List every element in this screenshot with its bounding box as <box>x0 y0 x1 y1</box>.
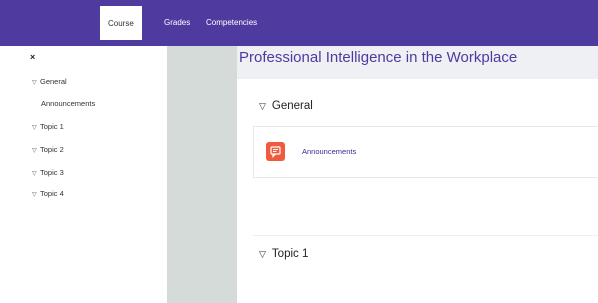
close-icon[interactable]: × <box>30 52 35 62</box>
course-content: ▽ General Announcements ▽ Topic 1 <box>237 79 598 303</box>
section-topic-1-toggle[interactable]: ▽ Topic 1 <box>259 248 308 260</box>
sidebar-item-label: Topic 4 <box>40 189 64 198</box>
chevron-down-icon: ▽ <box>259 249 266 259</box>
chevron-down-icon: ▽ <box>32 148 37 154</box>
top-navigation: Course Grades Competencies <box>0 0 598 48</box>
section-title: General <box>271 100 313 112</box>
section-divider <box>253 235 598 236</box>
sidebar-item-announcements[interactable]: Announcements <box>41 99 95 108</box>
activity-link[interactable]: Announcements <box>302 147 356 156</box>
sidebar-item-label: General <box>40 77 67 86</box>
chevron-down-icon: ▽ <box>32 125 37 131</box>
page-title: Professional Intelligence in the Workpla… <box>239 49 518 66</box>
tab-grades[interactable]: Grades <box>164 0 190 46</box>
chevron-down-icon: ▽ <box>259 101 266 111</box>
chevron-down-icon: ▽ <box>32 171 37 177</box>
sidebar-item-topic-2[interactable]: ▽ Topic 2 <box>32 145 64 154</box>
sidebar-item-label: Announcements <box>41 99 96 108</box>
course-index-sidebar: × ▽ General Announcements ▽ Topic 1 ▽ Topic… <box>0 46 167 303</box>
sidebar-gutter <box>167 46 237 303</box>
sidebar-item-topic-3[interactable]: ▽ Topic 3 <box>32 168 64 177</box>
main-region: Professional Intelligence in the Workpla… <box>237 46 598 303</box>
sidebar-item-topic-4[interactable]: ▽ Topic 4 <box>32 189 64 198</box>
forum-icon <box>266 142 285 161</box>
tab-competencies[interactable]: Competencies <box>206 0 257 46</box>
sidebar-item-label: Topic 1 <box>40 122 64 131</box>
section-title: Topic 1 <box>271 248 309 260</box>
activity-card[interactable]: Announcements <box>253 126 598 178</box>
sidebar-item-general[interactable]: ▽ General <box>32 77 67 86</box>
chevron-down-icon: ▽ <box>32 80 37 86</box>
sidebar-item-topic-1[interactable]: ▽ Topic 1 <box>32 122 64 131</box>
sidebar-item-label: Topic 3 <box>40 168 64 177</box>
tab-course[interactable]: Course <box>100 6 142 40</box>
chevron-down-icon: ▽ <box>32 192 37 198</box>
section-general-toggle[interactable]: ▽ General <box>259 100 313 112</box>
sidebar-item-label: Topic 2 <box>40 145 64 154</box>
